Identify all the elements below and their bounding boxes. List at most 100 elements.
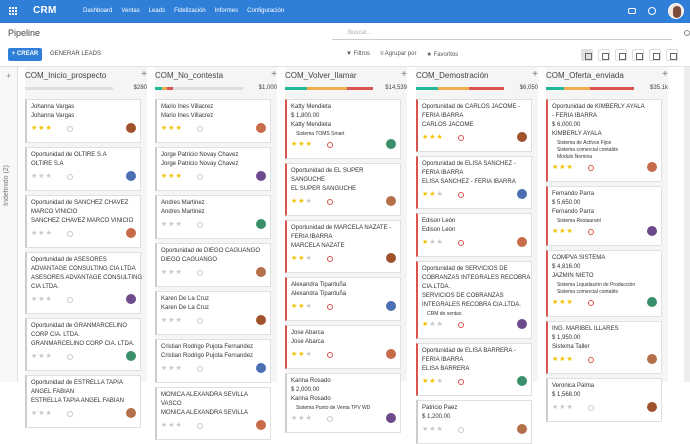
opportunity-card[interactable]: Johanna Vargas Johanna Vargas ★★★	[25, 99, 141, 143]
priority-stars[interactable]: ★★★	[31, 352, 53, 360]
priority-stars[interactable]: ★★★	[161, 364, 183, 372]
opportunity-card[interactable]: Oportunidad de SANCHEZ CHAVEZ MARCO VINIC…	[25, 195, 141, 248]
opportunity-card[interactable]: Oportunidad de ELISA BARRERA - FERIA IBAR…	[416, 343, 532, 396]
salesperson-avatar[interactable]	[517, 132, 527, 142]
progress-segment[interactable]	[589, 87, 634, 90]
priority-stars[interactable]: ★★★	[552, 163, 574, 171]
opportunity-card[interactable]: Oportunidad de KIMBERLY AYALA - FERIA IBA…	[546, 99, 662, 182]
progress-segment[interactable]	[346, 87, 373, 90]
column-title[interactable]: COM_Volver_llamar	[285, 71, 407, 80]
priority-stars[interactable]: ★★★	[291, 350, 313, 358]
app-name[interactable]: CRM	[33, 5, 57, 16]
opportunity-card[interactable]: Karen De La Cruz Karen De La Cruz ★★★	[155, 291, 271, 335]
salesperson-avatar[interactable]	[517, 376, 527, 386]
progress-segment[interactable]	[416, 87, 438, 90]
priority-stars[interactable]: ★★★	[422, 320, 444, 328]
priority-stars[interactable]: ★★★	[31, 172, 53, 180]
activity-status-icon[interactable]	[67, 126, 73, 132]
salesperson-avatar[interactable]	[517, 319, 527, 329]
activity-status-icon[interactable]	[327, 142, 333, 148]
priority-stars[interactable]: ★★★	[422, 190, 444, 198]
activity-status-icon[interactable]	[197, 126, 203, 132]
activity-status-icon[interactable]	[67, 231, 73, 237]
salesperson-avatar[interactable]	[647, 297, 657, 307]
opportunity-card[interactable]: Jose Abarca Jose Abarca ★★★	[285, 325, 401, 369]
opportunity-card[interactable]: Andres Martinez Andres Martinez ★★★	[155, 195, 271, 239]
salesperson-avatar[interactable]	[126, 351, 136, 361]
progress-segment[interactable]	[307, 87, 347, 90]
priority-stars[interactable]: ★★★	[552, 355, 574, 363]
salesperson-avatar[interactable]	[647, 226, 657, 236]
activity-status-icon[interactable]	[588, 165, 594, 171]
search-icon[interactable]	[684, 30, 690, 36]
salesperson-avatar[interactable]	[256, 219, 266, 229]
priority-stars[interactable]: ★★★	[31, 124, 53, 132]
generate-leads-button[interactable]: GENERAR LEADS	[50, 51, 101, 57]
menu-item-configuracion[interactable]: Configuración	[247, 8, 284, 14]
activity-status-icon[interactable]	[67, 297, 73, 303]
column-progress-bar[interactable]	[416, 87, 504, 90]
group-by-button[interactable]: ≡ Agrupar por	[380, 51, 417, 58]
menu-item-informes[interactable]: Informes	[215, 8, 238, 14]
salesperson-avatar[interactable]	[256, 267, 266, 277]
horizontal-scroll-area[interactable]	[684, 67, 690, 382]
salesperson-avatar[interactable]	[647, 354, 657, 364]
priority-stars[interactable]: ★★★	[31, 295, 53, 303]
opportunity-card[interactable]: Oportunidad de ESTRELLA TAPIA ANGEL FABIA…	[25, 375, 141, 428]
column-progress-bar[interactable]	[285, 87, 373, 90]
activity-status-icon[interactable]	[327, 256, 333, 262]
activity-status-icon[interactable]	[197, 423, 203, 429]
priority-stars[interactable]: ★★★	[422, 238, 444, 246]
activity-status-icon[interactable]	[588, 405, 594, 411]
salesperson-avatar[interactable]	[126, 408, 136, 418]
salesperson-avatar[interactable]	[256, 171, 266, 181]
opportunity-card[interactable]: Oportunidad de CARLOS JACOME - FERIA IBAR…	[416, 99, 532, 152]
priority-stars[interactable]: ★★★	[552, 298, 574, 306]
opportunity-card[interactable]: ING. MARIBEL ILLARES $ 1,950.00 Sistema Ta…	[546, 321, 662, 374]
user-avatar[interactable]	[668, 3, 684, 19]
priority-stars[interactable]: ★★★	[552, 403, 574, 411]
kanban-view-icon[interactable]	[581, 49, 593, 61]
priority-stars[interactable]: ★★★	[161, 172, 183, 180]
list-view-icon[interactable]	[598, 49, 610, 61]
activity-status-icon[interactable]	[327, 352, 333, 358]
activity-status-icon[interactable]	[458, 240, 464, 246]
opportunity-card[interactable]: Alexandra Tipantuña Alexandra Tipantuña ★★…	[285, 277, 401, 321]
activity-status-icon[interactable]	[197, 222, 203, 228]
salesperson-avatar[interactable]	[256, 123, 266, 133]
progress-segment[interactable]	[468, 87, 504, 90]
opportunity-card[interactable]: Oportunidad de ELISA SANCHEZ - FERIA IBAR…	[416, 156, 532, 209]
salesperson-avatar[interactable]	[126, 294, 136, 304]
salesperson-avatar[interactable]	[126, 228, 136, 238]
activity-status-icon[interactable]	[458, 322, 464, 328]
progress-segment[interactable]	[563, 87, 590, 90]
clock-icon[interactable]	[648, 7, 656, 15]
opportunity-card[interactable]: Veronica Palma $ 1,568.00 ★★★	[546, 378, 662, 422]
activity-status-icon[interactable]	[197, 270, 203, 276]
activity-status-icon[interactable]	[67, 354, 73, 360]
activity-status-icon[interactable]	[197, 366, 203, 372]
activity-status-icon[interactable]	[197, 318, 203, 324]
salesperson-avatar[interactable]	[256, 420, 266, 430]
progress-segment[interactable]	[167, 87, 173, 90]
opportunity-card[interactable]: Oportunidad de EL SUPER SANGUCHE EL SUPER …	[285, 163, 401, 216]
priority-stars[interactable]: ★★★	[291, 414, 313, 422]
calendar-view-icon[interactable]	[615, 49, 627, 61]
add-column-icon[interactable]: +	[6, 71, 11, 81]
column-progress-bar[interactable]	[546, 87, 634, 90]
salesperson-avatar[interactable]	[386, 196, 396, 206]
salesperson-avatar[interactable]	[386, 301, 396, 311]
opportunity-card[interactable]: Katty Mendieta $ 1,800.00 Katty Mendieta Si…	[285, 99, 401, 159]
priority-stars[interactable]: ★★★	[291, 197, 313, 205]
salesperson-avatar[interactable]	[647, 402, 657, 412]
priority-stars[interactable]: ★★★	[161, 316, 183, 324]
priority-stars[interactable]: ★★★	[161, 220, 183, 228]
column-title[interactable]: COM_No_contesta	[155, 71, 277, 80]
priority-stars[interactable]: ★★★	[291, 140, 313, 148]
activity-status-icon[interactable]	[327, 304, 333, 310]
column-title[interactable]: COM_Inicio_prospecto	[25, 71, 147, 80]
pivot-view-icon[interactable]	[632, 49, 644, 61]
priority-stars[interactable]: ★★★	[161, 421, 183, 429]
opportunity-card[interactable]: Patricio Paez $ 1,200.00 ★★★	[416, 400, 532, 444]
favorites-button[interactable]: ★ Favoritos	[426, 51, 458, 58]
